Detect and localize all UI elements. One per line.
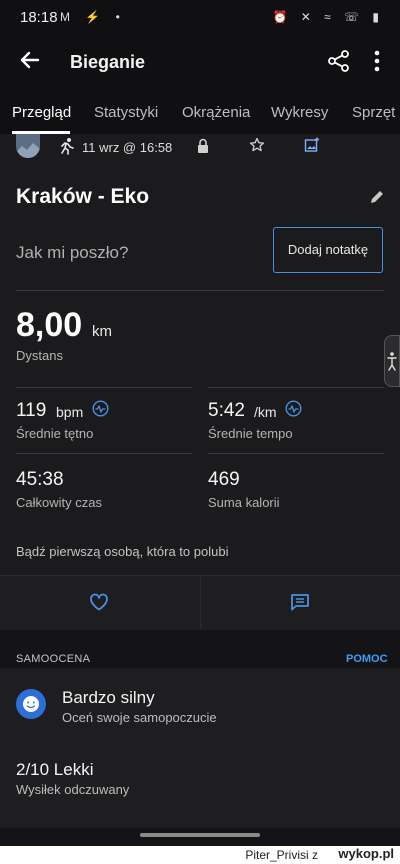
notes-prompt[interactable]: Jak mi poszło? (16, 243, 128, 263)
lock-icon[interactable] (196, 138, 210, 154)
activity-name: Kraków - Eko (16, 185, 150, 208)
image-add-icon[interactable] (304, 137, 320, 153)
more-vert-icon[interactable] (370, 48, 384, 74)
comment-icon[interactable] (290, 593, 310, 611)
avg-hr-value: 119 (16, 400, 47, 421)
like-prompt: Bądź pierwszą osobą, która to polubi (16, 544, 229, 559)
total-time-label: Całkowity czas (16, 495, 102, 510)
share-icon[interactable] (326, 48, 352, 74)
feeling-title[interactable]: Bardzo silny (62, 688, 155, 708)
tab-charts[interactable]: Wykresy (271, 104, 328, 121)
divider (200, 575, 201, 629)
running-icon (58, 137, 76, 155)
add-note-button[interactable]: Dodaj notatkę (273, 227, 383, 273)
tab-stats[interactable]: Statystyki (94, 104, 158, 121)
watermark-author: Piter_Privisi z (245, 848, 318, 862)
divider (208, 453, 384, 454)
page-title: Bieganie (70, 52, 146, 72)
avg-pace-label: Średnie tempo (208, 426, 293, 441)
pace-chart-icon[interactable] (285, 400, 302, 417)
divider (16, 387, 192, 388)
status-time: 18:18 (20, 9, 58, 26)
help-link[interactable]: POMOC (346, 653, 388, 665)
avg-hr-unit: bpm (56, 404, 84, 420)
avg-hr-label: Średnie tętno (16, 426, 94, 441)
avatar[interactable] (16, 134, 40, 158)
back-arrow-icon[interactable] (16, 46, 44, 74)
like-heart-icon[interactable] (89, 593, 109, 611)
calories-label: Suma kalorii (208, 495, 280, 510)
hr-chart-icon[interactable] (92, 400, 109, 417)
gesture-nav-pill[interactable] (140, 833, 260, 837)
distance-label: Dystans (16, 348, 63, 363)
edit-pencil-icon[interactable] (369, 189, 385, 205)
watermark-logo: wykop.pl (338, 846, 394, 861)
accessibility-side-handle[interactable] (384, 335, 400, 387)
status-system-icons: ⏰ ✕ ≈ ☏ ▮ (272, 10, 384, 24)
divider (208, 387, 384, 388)
tab-overview[interactable]: Przegląd (12, 104, 71, 121)
activity-date: 11 wrz @ 16:58 (82, 140, 173, 155)
divider (16, 453, 192, 454)
tab-laps[interactable]: Okrążenia (182, 104, 250, 121)
feeling-face-icon[interactable] (16, 689, 46, 719)
tab-gear[interactable]: Sprzęt (352, 104, 395, 121)
self-evaluation-card (0, 668, 400, 828)
bottom-area (0, 828, 400, 846)
distance-value: 8,00 (16, 306, 83, 344)
section-self-evaluation-label: SAMOOCENA (16, 653, 91, 665)
calories-value: 469 (208, 469, 240, 490)
total-time-value: 45:38 (16, 469, 64, 490)
distance-unit: km (92, 323, 112, 340)
feeling-subtitle: Oceń swoje samopoczucie (62, 710, 217, 725)
divider (16, 290, 384, 291)
rpe-title[interactable]: 2/10 Lekki (16, 760, 94, 780)
star-icon[interactable] (249, 137, 265, 153)
avg-pace-unit: /km (254, 404, 277, 420)
status-notification-icons: M ⚡ • (60, 10, 126, 24)
rpe-subtitle: Wysiłek odczuwany (16, 782, 130, 797)
avg-pace-value: 5:42 (208, 400, 245, 421)
